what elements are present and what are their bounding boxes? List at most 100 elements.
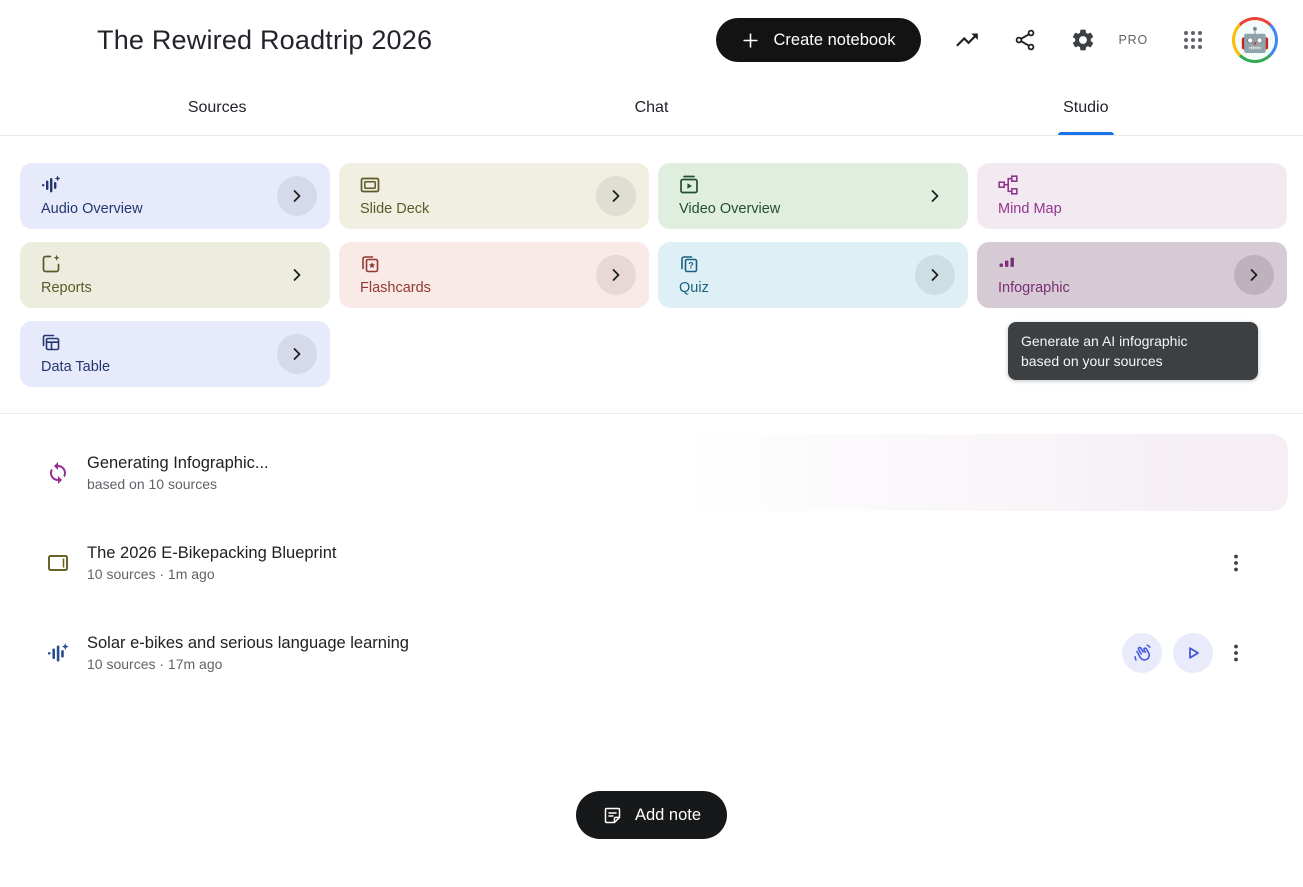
more-vert-icon (1228, 551, 1244, 575)
notebooklm-logo-icon (33, 27, 59, 53)
card-label: Reports (41, 280, 314, 296)
chevron-right-icon (928, 189, 942, 203)
report-sparkle-icon (41, 254, 61, 274)
footer: Add note (0, 791, 1303, 839)
add-note-button[interactable]: Add note (576, 791, 727, 839)
chevron-right-icon (609, 268, 623, 282)
card-label: Flashcards (360, 280, 633, 296)
card-infographic[interactable]: Infographic (977, 242, 1287, 308)
video-frame-icon (679, 175, 699, 195)
open-video-overview-button[interactable] (915, 176, 955, 216)
main-tabs: Sources Chat Studio (0, 80, 1303, 136)
card-label: Slide Deck (360, 201, 633, 217)
chevron-right-icon (290, 268, 304, 282)
play-icon (1182, 642, 1204, 664)
avatar-robot-image: 🤖 (1235, 20, 1275, 60)
card-label: Quiz (679, 280, 952, 296)
card-video-overview[interactable]: Video Overview (658, 163, 968, 229)
card-label: Mind Map (998, 201, 1271, 217)
trending-up-icon (954, 27, 980, 53)
notebook-title[interactable]: The Rewired Roadtrip 2026 (97, 25, 432, 56)
google-apps-button[interactable] (1181, 28, 1205, 52)
note-text: Solar e-bikes and serious language learn… (87, 634, 409, 672)
note-subtitle: 10 sources · 17m ago (87, 656, 409, 672)
studio-output-list: Generating Infographic... based on 10 so… (0, 414, 1303, 691)
card-data-table[interactable]: Data Table (20, 321, 330, 387)
progress-spinner-icon (46, 461, 70, 485)
open-quiz-button[interactable] (915, 255, 955, 295)
note-actions (1224, 547, 1248, 579)
slide-frame-icon (360, 175, 380, 195)
tab-sources-label: Sources (188, 99, 247, 117)
tab-chat[interactable]: Chat (434, 80, 868, 135)
pro-badge: PRO (1119, 33, 1149, 47)
infographic-bars-icon (998, 254, 1018, 274)
create-notebook-label: Create notebook (773, 31, 895, 50)
note-menu-button[interactable] (1224, 547, 1248, 579)
card-audio-overview[interactable]: Audio Overview (20, 163, 330, 229)
card-label: Data Table (41, 359, 314, 375)
open-data-table-button[interactable] (277, 334, 317, 374)
note-icon (602, 805, 623, 826)
svg-text:?: ? (688, 261, 694, 271)
note-row-solar-ebikes-audio[interactable]: Solar e-bikes and serious language learn… (20, 614, 1288, 691)
data-table-icon (41, 333, 61, 353)
card-label: Audio Overview (41, 201, 314, 217)
header-actions: Create notebook PRO (716, 17, 1278, 63)
card-label: Video Overview (679, 201, 952, 217)
waving-hand-icon (1131, 642, 1153, 664)
card-slide-deck[interactable]: Slide Deck (339, 163, 649, 229)
analytics-button[interactable] (954, 27, 980, 53)
note-title: Solar e-bikes and serious language learn… (87, 634, 409, 653)
open-flashcards-button[interactable] (596, 255, 636, 295)
quiz-cards-icon: ? (679, 254, 699, 274)
note-menu-button[interactable] (1224, 637, 1248, 669)
interactive-mode-button[interactable] (1122, 633, 1162, 673)
mind-map-icon (998, 175, 1018, 195)
add-note-label: Add note (635, 806, 701, 825)
flashcards-star-icon (360, 254, 380, 274)
app-header: The Rewired Roadtrip 2026 Create noteboo… (0, 0, 1303, 80)
create-notebook-button[interactable]: Create notebook (716, 18, 920, 62)
chevron-right-icon (609, 189, 623, 203)
gear-icon (1070, 27, 1096, 53)
note-title: Generating Infographic... (87, 454, 269, 473)
more-vert-icon (1228, 641, 1244, 665)
audio-waveform-sparkle-icon (41, 175, 61, 195)
open-audio-overview-button[interactable] (277, 176, 317, 216)
chevron-right-icon (1247, 268, 1261, 282)
card-reports[interactable]: Reports (20, 242, 330, 308)
share-icon (1013, 28, 1037, 52)
audio-waveform-icon (46, 641, 70, 665)
open-infographic-button[interactable] (1234, 255, 1274, 295)
tab-sources[interactable]: Sources (0, 80, 434, 135)
card-quiz[interactable]: ? Quiz (658, 242, 968, 308)
note-subtitle: 10 sources · 1m ago (87, 566, 336, 582)
plus-icon (741, 31, 760, 50)
open-slide-deck-button[interactable] (596, 176, 636, 216)
user-avatar[interactable]: 🤖 (1232, 17, 1278, 63)
settings-button[interactable] (1070, 27, 1096, 53)
infographic-tooltip: Generate an AI infographic based on your… (1008, 322, 1258, 380)
note-row-generating-infographic[interactable]: Generating Infographic... based on 10 so… (20, 434, 1288, 511)
play-audio-button[interactable] (1173, 633, 1213, 673)
apps-grid-icon (1181, 28, 1205, 52)
card-flashcards[interactable]: Flashcards (339, 242, 649, 308)
card-mind-map[interactable]: Mind Map (977, 163, 1287, 229)
note-text: Generating Infographic... based on 10 so… (87, 454, 269, 492)
share-button[interactable] (1013, 28, 1037, 52)
open-reports-button[interactable] (277, 255, 317, 295)
tooltip-line-2: based on your sources (1021, 351, 1245, 371)
tooltip-line-1: Generate an AI infographic (1021, 331, 1245, 351)
tab-chat-label: Chat (635, 99, 669, 117)
chevron-right-icon (290, 189, 304, 203)
chevron-right-icon (290, 347, 304, 361)
note-title: The 2026 E-Bikepacking Blueprint (87, 544, 336, 563)
tab-studio[interactable]: Studio (869, 80, 1303, 135)
note-actions (1122, 633, 1248, 673)
notebooklm-logo[interactable] (26, 20, 66, 60)
note-subtitle: based on 10 sources (87, 476, 269, 492)
chevron-right-icon (928, 268, 942, 282)
tab-active-underline (1058, 132, 1114, 135)
note-row-bikepacking-blueprint[interactable]: The 2026 E-Bikepacking Blueprint 10 sour… (20, 524, 1288, 601)
